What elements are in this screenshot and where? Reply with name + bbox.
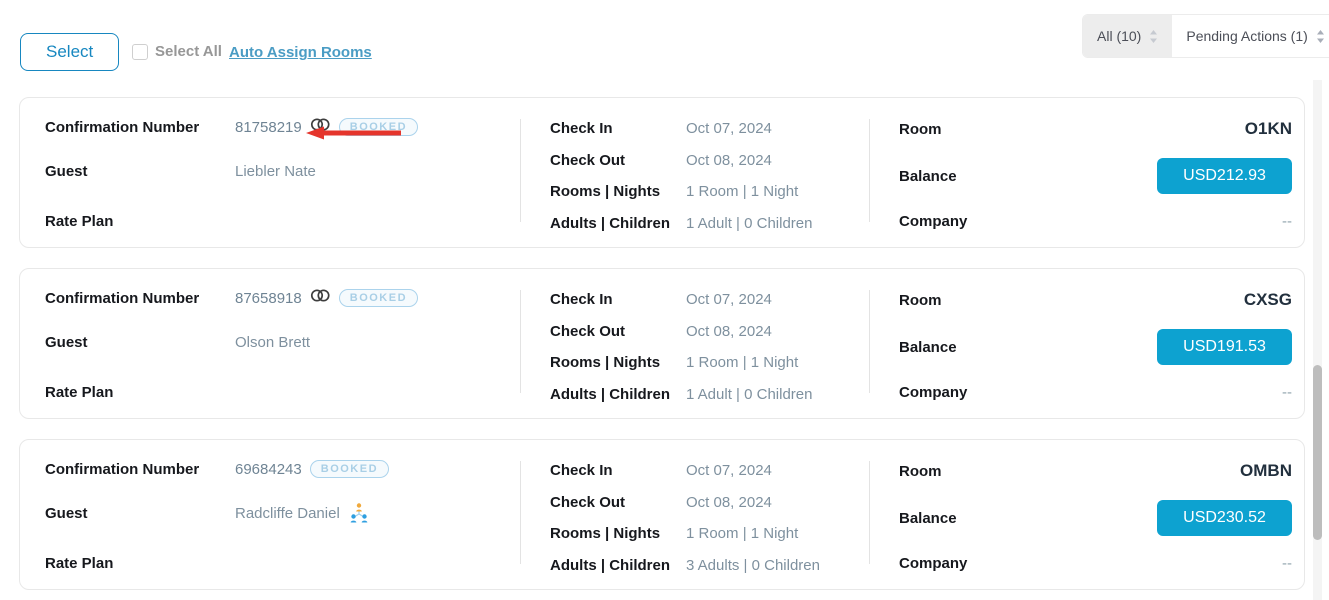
rate-plan-label: Rate Plan (45, 384, 235, 401)
adults-children-label: Adults | Children (550, 215, 686, 232)
adults-children-label: Adults | Children (550, 557, 686, 574)
check-out-label: Check Out (550, 323, 686, 340)
confirmation-number-value[interactable]: 69684243 (235, 461, 302, 478)
link-icon[interactable] (310, 288, 331, 308)
check-out-label: Check Out (550, 494, 686, 511)
section-divider (520, 461, 521, 564)
company-label: Company (899, 384, 967, 401)
balance-button[interactable]: USD212.93 (1157, 158, 1292, 194)
check-out-value: Oct 08, 2024 (686, 152, 772, 169)
adults-children-value: 3 Adults | 0 Children (686, 557, 820, 574)
auto-assign-rooms-link[interactable]: Auto Assign Rooms (229, 44, 372, 61)
adults-children-label: Adults | Children (550, 386, 686, 403)
confirmation-number-label: Confirmation Number (45, 461, 235, 478)
status-badge: BOOKED (310, 460, 389, 478)
select-all-label: Select All (155, 43, 222, 60)
status-badge: BOOKED (339, 118, 418, 136)
scrollbar-track[interactable] (1313, 80, 1322, 600)
reservation-card: Confirmation Number 81758219 BOOKED Gues… (19, 97, 1305, 248)
check-in-value: Oct 07, 2024 (686, 462, 772, 479)
check-in-label: Check In (550, 462, 686, 479)
section-divider (520, 119, 521, 222)
balance-label: Balance (899, 510, 957, 527)
room-label: Room (899, 463, 942, 480)
company-value: -- (1282, 555, 1292, 572)
guest-value[interactable]: Olson Brett (235, 334, 310, 351)
confirmation-number-value[interactable]: 87658918 (235, 290, 302, 307)
company-label: Company (899, 555, 967, 572)
guest-value[interactable]: Radcliffe Daniel (235, 505, 340, 522)
guest-label: Guest (45, 163, 235, 180)
rooms-nights-label: Rooms | Nights (550, 183, 686, 200)
filter-tab-group: All (10) Pending Actions (1) (1082, 14, 1329, 58)
adults-children-value: 1 Adult | 0 Children (686, 386, 812, 403)
room-value: O1KN (1245, 119, 1292, 139)
check-in-label: Check In (550, 291, 686, 308)
rooms-nights-value: 1 Room | 1 Night (686, 525, 798, 542)
rooms-nights-value: 1 Room | 1 Night (686, 183, 798, 200)
tab-pending-actions-label: Pending Actions (1) (1186, 28, 1307, 44)
room-value: CXSG (1244, 290, 1292, 310)
section-divider (869, 461, 870, 564)
confirmation-number-value[interactable]: 81758219 (235, 119, 302, 136)
guest-value[interactable]: Liebler Nate (235, 163, 316, 180)
check-out-value: Oct 08, 2024 (686, 323, 772, 340)
rate-plan-label: Rate Plan (45, 213, 235, 230)
company-value: -- (1282, 384, 1292, 401)
group-booking-icon[interactable] (348, 503, 370, 523)
scrollbar-thumb[interactable] (1313, 365, 1322, 540)
balance-label: Balance (899, 339, 957, 356)
tab-pending-actions[interactable]: Pending Actions (1) (1172, 15, 1329, 57)
sort-carets-icon (1149, 29, 1158, 44)
confirmation-number-label: Confirmation Number (45, 290, 235, 307)
check-in-value: Oct 07, 2024 (686, 120, 772, 137)
select-all-checkbox[interactable] (132, 44, 148, 60)
balance-button[interactable]: USD191.53 (1157, 329, 1292, 365)
confirmation-number-label: Confirmation Number (45, 119, 235, 136)
check-out-label: Check Out (550, 152, 686, 169)
section-divider (869, 290, 870, 393)
select-button[interactable]: Select (20, 33, 119, 71)
check-in-label: Check In (550, 120, 686, 137)
rate-plan-label: Rate Plan (45, 555, 235, 572)
section-divider (869, 119, 870, 222)
balance-label: Balance (899, 168, 957, 185)
tab-all[interactable]: All (10) (1083, 15, 1172, 57)
select-all-control[interactable]: Select All (132, 43, 222, 60)
check-out-value: Oct 08, 2024 (686, 494, 772, 511)
rooms-nights-value: 1 Room | 1 Night (686, 354, 798, 371)
room-value: OMBN (1240, 461, 1292, 481)
company-value: -- (1282, 213, 1292, 230)
adults-children-value: 1 Adult | 0 Children (686, 215, 812, 232)
room-label: Room (899, 121, 942, 138)
link-icon[interactable] (310, 117, 331, 137)
tab-all-label: All (10) (1097, 28, 1141, 44)
balance-button[interactable]: USD230.52 (1157, 500, 1292, 536)
guest-label: Guest (45, 334, 235, 351)
guest-label: Guest (45, 505, 235, 522)
check-in-value: Oct 07, 2024 (686, 291, 772, 308)
section-divider (520, 290, 521, 393)
company-label: Company (899, 213, 967, 230)
reservation-card: Confirmation Number 87658918 BOOKED Gues… (19, 268, 1305, 419)
status-badge: BOOKED (339, 289, 418, 307)
rooms-nights-label: Rooms | Nights (550, 354, 686, 371)
rooms-nights-label: Rooms | Nights (550, 525, 686, 542)
reservation-card: Confirmation Number 69684243 BOOKED Gues… (19, 439, 1305, 590)
room-label: Room (899, 292, 942, 309)
sort-carets-icon (1316, 29, 1325, 44)
